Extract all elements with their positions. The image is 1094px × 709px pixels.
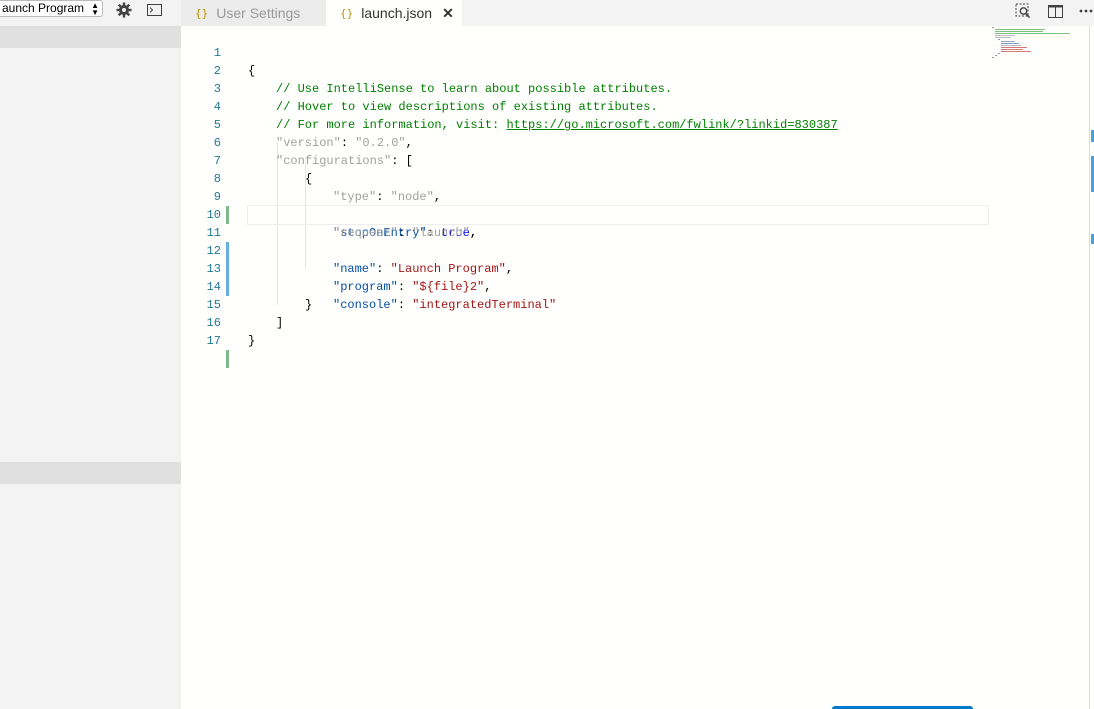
more-icon[interactable] (1076, 2, 1094, 20)
tab-label: User Settings (216, 5, 301, 21)
code-line: 15 ] (181, 278, 988, 330)
code-line: 6 "configurations": [ (181, 116, 988, 168)
json-braces-icon: {} (340, 6, 354, 20)
tab-user-settings[interactable]: {} User Settings (181, 0, 326, 26)
tab-launch-json[interactable]: {} launch.json ✕ (326, 0, 462, 26)
minimap[interactable] (992, 26, 1082, 66)
code-line: 13 "console": "integratedTerminal" (181, 242, 988, 312)
json-braces-icon: {} (195, 6, 209, 20)
line-text: } (248, 334, 256, 348)
code-line: 10 "request": "launch", (181, 188, 988, 240)
code-line: 17 (181, 314, 988, 368)
debug-configuration-value: aunch Program (2, 1, 85, 15)
editor-tab-bar: {} User Settings {} launch.json ✕ (181, 0, 1094, 26)
split-editor-icon[interactable] (1045, 2, 1065, 20)
line-number: 17 (206, 334, 221, 348)
code-line: 2 // Use IntelliSense to learn about pos… (181, 44, 988, 96)
gear-icon[interactable] (115, 1, 133, 18)
code-line: 12 "program": "${file}2", (181, 224, 988, 294)
code-line: 1 { (181, 26, 988, 78)
code-line: 8 "type": "node", (181, 152, 988, 204)
code-line: 3 // Hover to view descriptions of exist… (181, 62, 988, 114)
code-line: 9 "stopOnEntry": true, (181, 170, 988, 240)
code-editor[interactable]: 1 { 2 // Use IntelliSense to learn about… (181, 26, 1094, 709)
code-line: 16 } (181, 296, 988, 348)
code-line: 14 } (181, 260, 988, 312)
terminal-icon[interactable] (145, 1, 163, 18)
tab-label: launch.json (361, 5, 433, 21)
select-arrows-icon: ▲ ▼ (91, 1, 99, 17)
vertical-scrollbar[interactable] (1089, 26, 1094, 709)
code-line: 5 "version": "0.2.0", (181, 98, 988, 150)
code-line: 4 // For more information, visit: https:… (181, 80, 988, 132)
added-line-marker (226, 350, 229, 368)
sidebar-section-header[interactable] (0, 462, 181, 484)
close-icon[interactable]: ✕ (442, 5, 454, 22)
debug-toolbar: aunch Program ▲ ▼ (0, 0, 181, 22)
search-icon[interactable] (1013, 2, 1033, 20)
code-line: 7 { (181, 134, 988, 186)
debug-configuration-select[interactable]: aunch Program ▲ ▼ (0, 0, 103, 17)
sidebar-section-header[interactable] (0, 26, 181, 48)
code-line: 11 "name": "Launch Program", (181, 206, 988, 276)
debug-sidebar: aunch Program ▲ ▼ (0, 0, 181, 709)
